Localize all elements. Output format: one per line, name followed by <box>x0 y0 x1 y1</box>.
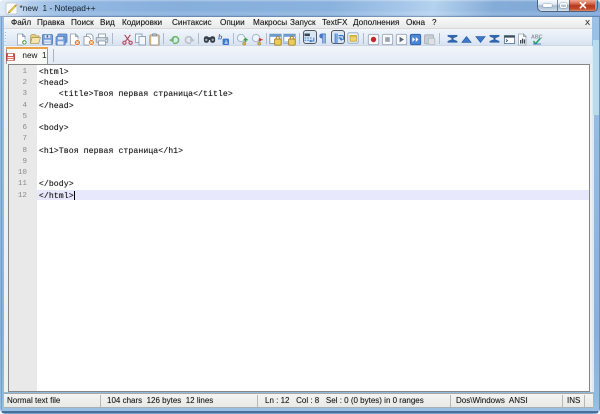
svg-text:ABC: ABC <box>531 34 543 40</box>
svg-text:b: b <box>218 34 223 41</box>
